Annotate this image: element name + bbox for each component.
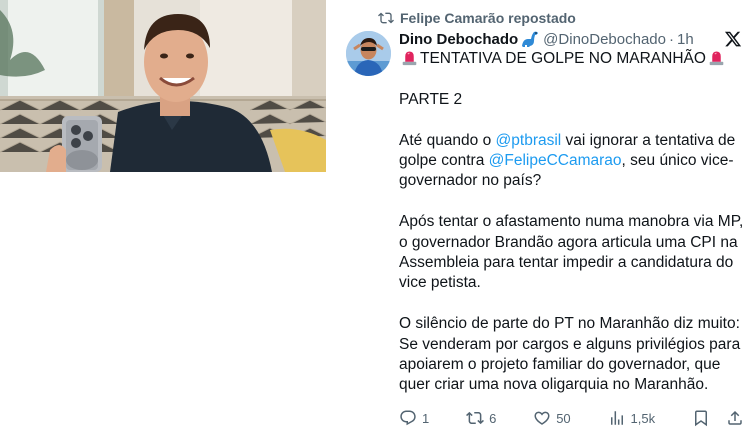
tweet-time[interactable]: 1h [677,31,694,48]
reply-icon [400,410,416,426]
police-siren-emoji-icon [402,51,417,66]
repost-indicator[interactable]: Felipe Camarão repostado [378,9,576,27]
repost-count: 6 [489,410,497,426]
views-button[interactable]: 1,5k [608,409,656,427]
repost-icon [378,12,394,24]
video-frame-image [0,0,326,172]
views-count: 1,5k [630,410,656,426]
share-button[interactable] [726,409,744,427]
tweet-paragraph-3: O silêncio de parte do PT no Maranhão di… [399,315,741,394]
tweet-part-label: PARTE 2 [399,90,463,108]
video-thumbnail[interactable] [0,0,326,172]
dinosaur-emoji-icon [520,30,540,48]
repost-label: Felipe Camarão repostado [400,10,576,26]
bookmark-button[interactable] [692,409,710,427]
share-icon [728,410,742,425]
mention-felipeccamarao[interactable]: @FelipeCCamarao [489,152,622,169]
avatar[interactable] [346,31,391,76]
author-handle[interactable]: @DinoDebochado [543,31,666,48]
author-name[interactable]: Dino Debochado [399,31,518,48]
tweet-actions: 1 6 50 1,5k [399,407,744,429]
bookmark-icon [694,410,707,427]
reply-button[interactable]: 1 [399,409,429,427]
mention-ptbrasil[interactable]: @ptbrasil [496,132,562,149]
analytics-icon [610,411,623,425]
heart-icon [534,411,550,425]
tweet-paragraph-1: Até quando o @ptbrasil vai ignorar a ten… [399,131,747,192]
police-siren-emoji-icon [709,51,724,66]
tweet-body: TENTATIVA DE GOLPE NO MARANHÃO PARTE 2 A… [399,49,747,396]
repost-button[interactable]: 6 [466,409,496,427]
tweet-header: Dino Debochado @DinoDebochado · 1h [399,29,729,49]
tweet-title-line: TENTATIVA DE GOLPE NO MARANHÃO [399,49,747,69]
separator-dot: · [668,30,674,48]
reply-count: 1 [422,410,430,426]
x-logo-icon[interactable] [724,30,742,48]
repost-icon [466,411,485,425]
like-count: 50 [556,410,571,426]
avatar-image [346,31,391,76]
actions-right [692,409,744,427]
tweet-title: TENTATIVA DE GOLPE NO MARANHÃO [420,50,706,67]
tweet-card[interactable]: Felipe Camarão repostado Dino Debochado … [344,0,750,439]
tweet-paragraph-2: Após tentar o afastamento numa manobra v… [399,213,744,292]
p1-text-a: Até quando o [399,131,496,149]
like-button[interactable]: 50 [533,409,571,427]
